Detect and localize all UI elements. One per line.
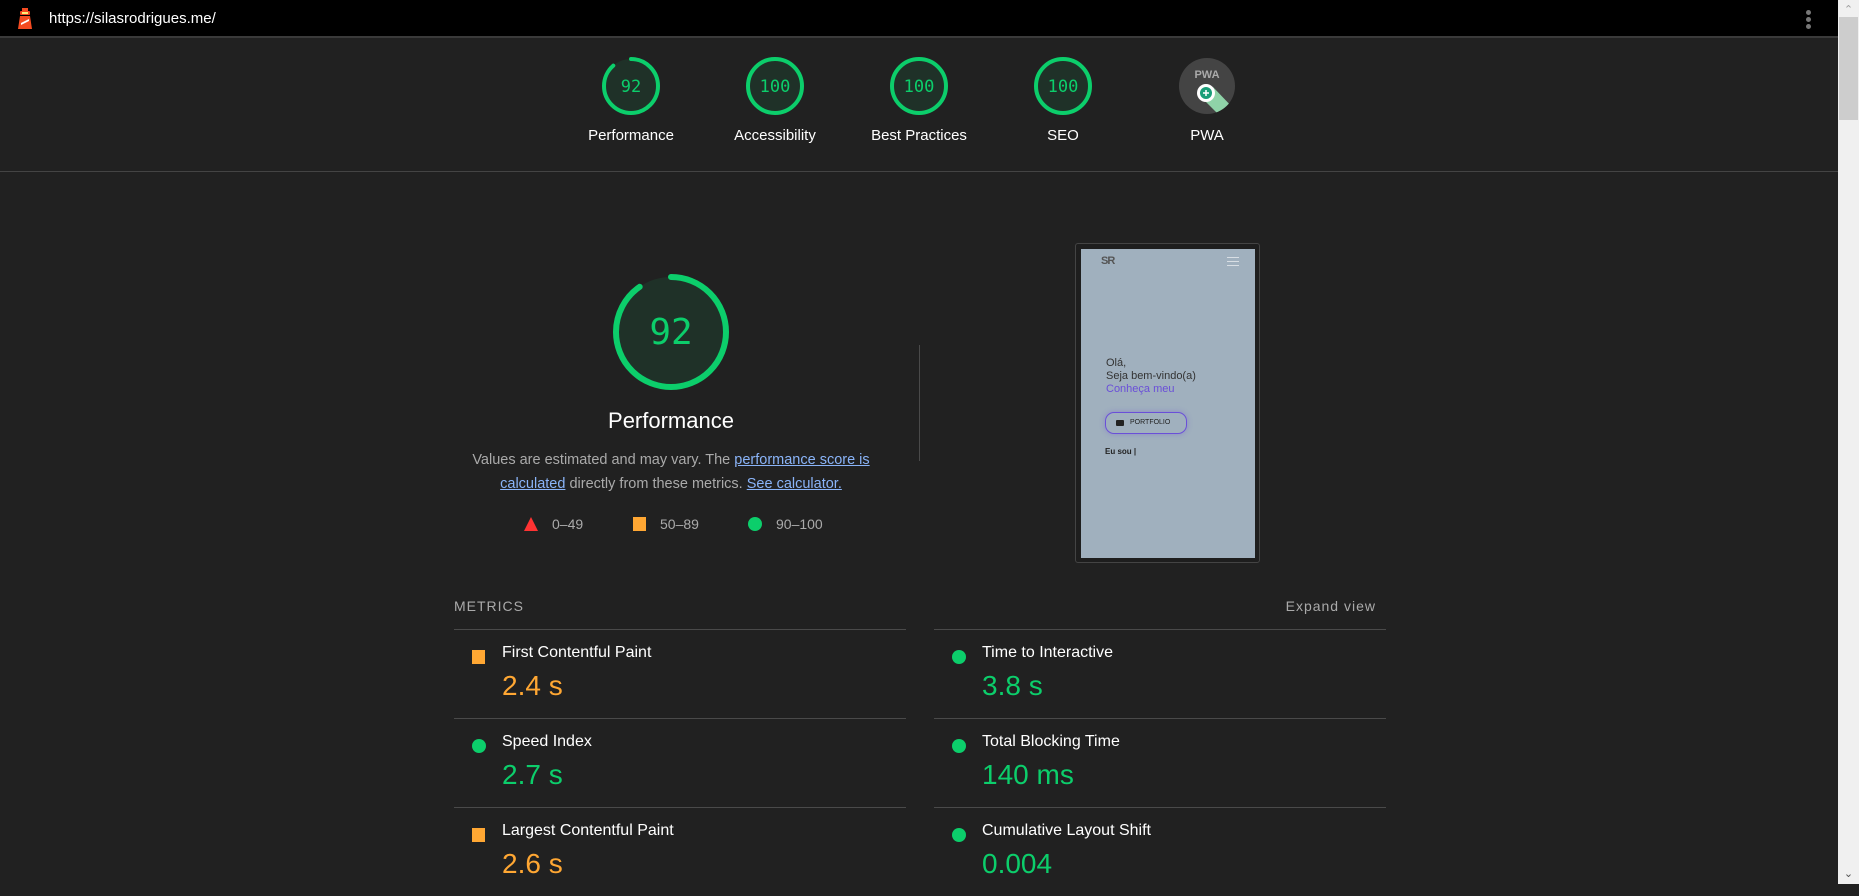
screenshot-image: SR Olá, Seja bem-vindo(a) Conheça meu PO… (1081, 249, 1255, 558)
legend-fail: 0–49 (524, 516, 583, 532)
circle-icon (748, 517, 762, 531)
score-ring: 100 (1034, 57, 1092, 115)
metric-value: 140 ms (982, 759, 1074, 790)
performance-title: Performance (608, 408, 734, 433)
legend-average: 50–89 (633, 516, 699, 532)
vertical-scrollbar[interactable]: ⌃ ⌄ (1838, 0, 1859, 884)
page-url: https://silasrodrigues.me/ (49, 10, 216, 27)
average-square-icon (472, 828, 485, 842)
metric-item: Time to Interactive 3.8 s (934, 629, 1386, 718)
metric-name: Total Blocking Time (982, 733, 1120, 750)
metric-name: Time to Interactive (982, 644, 1114, 661)
portfolio-label: PORTFOLIO (1130, 419, 1171, 426)
legend-range: 0–49 (552, 516, 584, 532)
gauge-label: PWA (1190, 127, 1224, 144)
hero-text: Olá, Seja bem-vindo(a) Conheça meu (1106, 357, 1196, 396)
expand-view-button[interactable]: Expand view (1286, 598, 1376, 614)
metric-item: Cumulative Layout Shift 0.004 (934, 807, 1386, 896)
average-square-icon (472, 650, 485, 664)
score-ring: 92 (602, 57, 660, 115)
pass-circle-icon (472, 739, 486, 753)
metric-value: 2.4 s (502, 670, 563, 701)
triangle-icon (524, 517, 538, 531)
performance-description: Values are estimated and may vary. The p… (454, 448, 888, 496)
gauge-label: Accessibility (734, 127, 816, 144)
site-logo: SR (1101, 255, 1115, 267)
square-icon (633, 517, 646, 531)
portfolio-button: PORTFOLIO (1105, 412, 1187, 434)
gauge-accessibility[interactable]: 100 Accessibility (705, 56, 845, 144)
final-screenshot[interactable]: SR Olá, Seja bem-vindo(a) Conheça meu PO… (1075, 243, 1260, 563)
metric-value: 3.8 s (982, 670, 1043, 701)
gauge-score: 100 (760, 77, 791, 97)
score-ring: 100 (890, 57, 948, 115)
score-ring: 100 (746, 57, 804, 115)
scroll-up-icon[interactable]: ⌃ (1838, 2, 1859, 18)
metric-item: First Contentful Paint 2.4 s (454, 629, 906, 718)
metrics-title: METRICS (454, 598, 524, 614)
metric-item: Total Blocking Time 140 ms (934, 718, 1386, 807)
performance-score: 92 (649, 312, 692, 353)
gauge-score: 92 (621, 77, 641, 97)
metric-value: 2.6 s (502, 848, 563, 879)
desc-text: directly from these metrics. (565, 476, 747, 492)
scrollbar-thumb[interactable] (1839, 17, 1858, 120)
metric-name: First Contentful Paint (502, 644, 652, 661)
section-divider (919, 345, 920, 461)
metric-name: Cumulative Layout Shift (982, 822, 1151, 839)
hero-line: Conheça meu (1106, 383, 1175, 395)
pass-circle-icon (952, 828, 966, 842)
kebab-menu-icon[interactable] (1800, 9, 1816, 31)
legend-pass: 90–100 (748, 516, 823, 532)
pass-circle-icon (952, 739, 966, 753)
hero-line: Seja bem-vindo(a) (1106, 370, 1196, 382)
metric-value: 0.004 (982, 848, 1053, 879)
gauge-label: Best Practices (871, 127, 967, 144)
legend-range: 90–100 (776, 516, 823, 532)
folder-icon (1116, 420, 1124, 426)
category-gauges: 92 Performance 100 Accessibility 100 Bes… (0, 40, 1838, 172)
metric-value: 2.7 s (502, 759, 563, 790)
gauge-best-practices[interactable]: 100 Best Practices (849, 56, 989, 144)
gauge-seo[interactable]: 100 SEO (993, 56, 1133, 144)
gauge-performance[interactable]: 92 Performance (561, 56, 701, 144)
hero-line: Olá, (1106, 357, 1127, 369)
metric-item: Speed Index 2.7 s (454, 718, 906, 807)
scroll-down-icon[interactable]: ⌄ (1838, 866, 1859, 882)
pwa-badge-text: PWA (1194, 69, 1219, 81)
report-topbar: https://silasrodrigues.me/ (0, 0, 1838, 38)
pass-circle-icon (952, 650, 966, 664)
gauge-label: SEO (1047, 127, 1079, 144)
legend-range: 50–89 (660, 516, 699, 532)
gauge-label: Performance (588, 127, 674, 144)
desc-text: Values are estimated and may vary. The (472, 452, 735, 468)
metric-name: Speed Index (502, 733, 592, 750)
gauge-score: 100 (904, 77, 935, 97)
gauge-pwa[interactable]: PWA PWA (1137, 56, 1277, 144)
pwa-badge-icon: PWA (1179, 58, 1235, 114)
hamburger-icon (1227, 257, 1239, 269)
performance-score-gauge: 92 (613, 274, 729, 390)
metric-name: Largest Contentful Paint (502, 822, 674, 839)
see-calculator-link[interactable]: See calculator. (747, 476, 842, 492)
typing-text: Eu sou | (1105, 447, 1137, 456)
lighthouse-icon (18, 8, 32, 29)
gauge-score: 100 (1048, 77, 1079, 97)
metric-item: Largest Contentful Paint 2.6 s (454, 807, 906, 896)
